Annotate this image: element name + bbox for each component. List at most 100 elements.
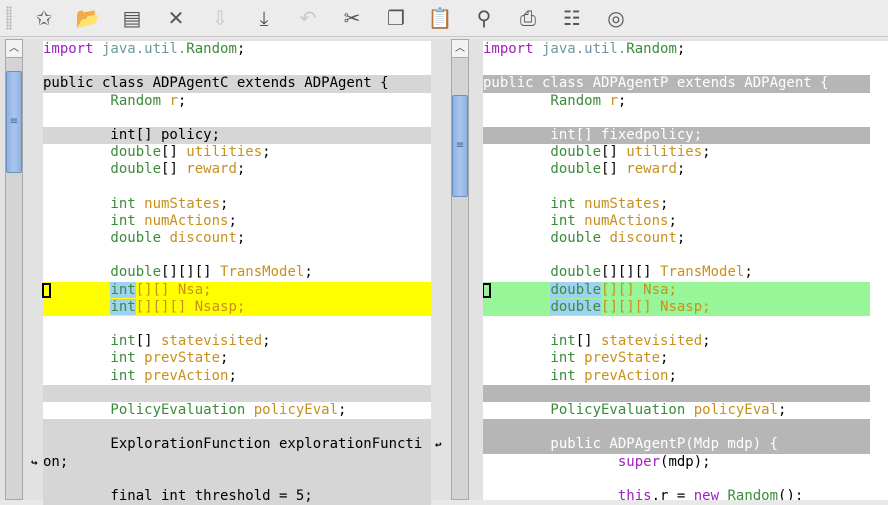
new-file-icon: ✩ xyxy=(35,6,53,30)
save-as-icon: ⤓ xyxy=(259,6,269,30)
cut-button[interactable]: ✂ xyxy=(330,1,374,35)
code-token: double xyxy=(43,161,162,178)
diff-line xyxy=(43,384,431,402)
code-token: (); xyxy=(778,487,804,500)
undo-icon: ↶ xyxy=(299,6,317,30)
right-scrollbar[interactable]: ︿ ≡ xyxy=(451,39,469,500)
code-token: int[] policy; xyxy=(43,126,221,143)
code-token: double xyxy=(483,230,602,247)
code-token: ; xyxy=(660,350,669,367)
code-token: policyEval xyxy=(685,401,779,418)
copy-icon: ❐ xyxy=(387,6,405,30)
code-token: TransModel xyxy=(651,264,745,281)
right-editor[interactable]: import java.util.Random; public class ADP… xyxy=(483,41,870,500)
code-token: ; xyxy=(668,212,677,229)
diff-line: public class ADPAgentP extends ADPAgent … xyxy=(483,75,870,93)
code-token: on; xyxy=(43,453,69,470)
copy-button[interactable]: ❐ xyxy=(374,1,418,35)
code-token: TransModel xyxy=(211,264,305,281)
code-token: Random xyxy=(483,92,602,109)
code-token: [] xyxy=(601,161,618,178)
print-button[interactable]: ⎙ xyxy=(506,1,550,35)
code-line: import java.util.Random; xyxy=(43,41,431,58)
code-token: PolicyEvaluation xyxy=(483,401,686,418)
diff-line: public ADPAgentP(Mdp mdp) { xyxy=(483,436,870,454)
save-button[interactable]: ▤ xyxy=(110,1,154,35)
code-token: reward xyxy=(177,161,237,178)
paste-button[interactable]: 📋 xyxy=(418,1,462,35)
diff-line: int[][] Nsa; xyxy=(42,281,431,299)
code-token: int[] fixedpolicy; xyxy=(483,126,703,143)
code-token: int xyxy=(110,298,136,315)
code-token: numActions xyxy=(135,212,229,229)
code-token: ; xyxy=(660,195,669,212)
save-as-button[interactable]: ⤓ xyxy=(242,1,286,35)
settings-icon: ☷ xyxy=(563,6,581,30)
code-token: [][][] Nsasp; xyxy=(601,298,711,315)
code-token: int xyxy=(43,212,136,229)
code-line: double discount; xyxy=(43,230,431,247)
code-line: int[] statevisited; xyxy=(483,333,870,350)
code-line: double discount; xyxy=(483,230,870,247)
code-token: Random xyxy=(43,92,162,109)
help-button[interactable]: ◎ xyxy=(594,1,638,35)
code-token: ; xyxy=(702,144,711,161)
diff-line: on; ↪ xyxy=(31,453,431,471)
code-token: utilities xyxy=(617,144,703,161)
code-token: [][][] xyxy=(161,264,212,281)
code-token: Random xyxy=(719,487,779,500)
wrap-end-icon: ↩ xyxy=(435,438,442,452)
code-line: int prevState; xyxy=(483,350,870,367)
code-token: [] xyxy=(135,333,153,350)
code-token: public ADPAgentP(Mdp mdp) { xyxy=(483,436,779,453)
code-token: prevState xyxy=(575,350,661,367)
diff-line: double[][] Nsa; xyxy=(483,281,870,299)
left-scrollbar[interactable]: ︿ ≡ xyxy=(5,39,23,500)
right-margin xyxy=(870,41,888,500)
undo-button[interactable]: ↶ xyxy=(286,1,330,35)
toolbar-grip[interactable] xyxy=(6,6,12,30)
code-line: int prevState; xyxy=(43,350,431,367)
settings-button[interactable]: ☷ xyxy=(550,1,594,35)
code-token: java.util. xyxy=(533,41,627,57)
code-line: double[] utilities; xyxy=(43,144,431,161)
code-token: [][] Nsa; xyxy=(135,281,212,298)
left-pane: ︿ ≡ import java.util.Random; public class… xyxy=(0,39,446,505)
code-token: ; xyxy=(338,401,347,418)
download-button[interactable]: ⇩ xyxy=(198,1,242,35)
code-token: numActions xyxy=(575,212,669,229)
code-token: ; xyxy=(236,161,246,178)
code-token: int xyxy=(110,281,136,298)
new-file-button[interactable]: ✩ xyxy=(22,1,66,35)
code-token: double xyxy=(43,264,162,281)
left-editor[interactable]: import java.util.Random; public class ADP… xyxy=(31,41,442,505)
code-token: super xyxy=(483,453,661,470)
close-icon: ✕ xyxy=(167,6,185,30)
scroll-thumb[interactable]: ≡ xyxy=(6,71,22,173)
diff-marker-icon[interactable] xyxy=(483,282,491,298)
scroll-up-icon[interactable]: ︿ xyxy=(452,40,468,58)
cut-icon: ✂ xyxy=(343,6,361,30)
code-token: public class ADPAgentP extends ADPAgent … xyxy=(483,75,829,92)
code-token: java.util. xyxy=(93,41,187,57)
code-token: .r = xyxy=(651,487,694,500)
diff-marker-icon[interactable] xyxy=(42,282,51,298)
code-token: new xyxy=(693,487,720,500)
download-icon: ⇩ xyxy=(211,6,229,30)
scroll-up-icon[interactable]: ︿ xyxy=(6,40,22,58)
code-line: double[] reward; xyxy=(483,161,870,178)
code-token: r xyxy=(601,92,618,109)
code-token: int xyxy=(43,350,136,367)
code-line: double[][][] TransModel; xyxy=(483,264,870,281)
close-button[interactable]: ✕ xyxy=(154,1,198,35)
diff-line xyxy=(483,384,870,402)
find-button[interactable]: ⚲ xyxy=(462,1,506,35)
code-token: PolicyEvaluation xyxy=(43,401,246,418)
scroll-thumb[interactable]: ≡ xyxy=(452,95,468,197)
open-folder-button[interactable]: 📂 xyxy=(66,1,110,35)
